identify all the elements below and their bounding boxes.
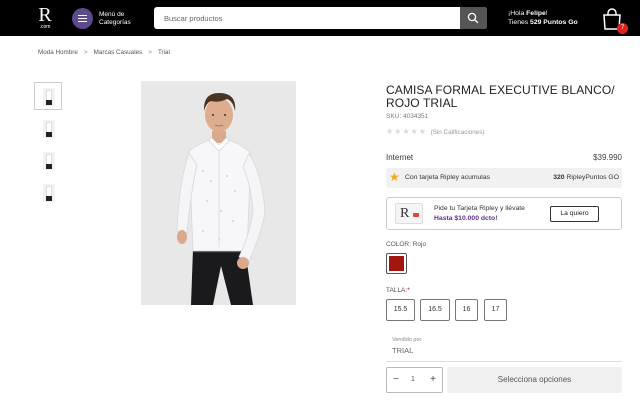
size-option[interactable]: 17 xyxy=(484,299,507,321)
category-menu-button[interactable]: Menú de Categorías xyxy=(72,8,142,29)
product-thumbnail[interactable] xyxy=(34,178,62,206)
credit-card-promo: R Pide tu Tarjeta Ripley y llévate Hasta… xyxy=(386,197,622,230)
cart-button[interactable]: 7 xyxy=(602,7,628,34)
hamburger-icon xyxy=(72,8,93,29)
price-label: Internet xyxy=(386,153,414,162)
points-value: 320 RipleyPuntos GO xyxy=(553,174,619,181)
search-bar xyxy=(154,7,487,29)
user-name: Felipe xyxy=(526,10,546,17)
seller-name[interactable]: TRIAL xyxy=(392,346,413,355)
category-menu-label: Menú de Categorías xyxy=(99,11,131,26)
product-title: CAMISA FORMAL EXECUTIVE BLANCO/ ROJO TRI… xyxy=(386,83,615,110)
breadcrumb-separator: > xyxy=(148,49,152,56)
search-button[interactable] xyxy=(460,7,487,29)
color-label: COLOR: Rojo xyxy=(386,241,427,248)
size-option[interactable]: 16.5 xyxy=(420,299,450,321)
size-option[interactable]: 15.5 xyxy=(386,299,415,321)
breadcrumb-item[interactable]: Moda Hombre xyxy=(38,49,78,56)
quantity-value[interactable]: 1 xyxy=(411,376,415,383)
card-promo-text: Pide tu Tarjeta Ripley y llévate Hasta $… xyxy=(434,205,525,222)
cart-count-badge: 7 xyxy=(617,23,628,34)
product-thumbnail[interactable] xyxy=(34,146,62,174)
price-value: $39.990 xyxy=(593,153,622,162)
model-photo xyxy=(141,81,296,305)
points-label: Con tarjeta Ripley acumulas xyxy=(405,174,491,181)
price-row: Internet $39.990 xyxy=(386,153,622,162)
increase-quantity-button[interactable]: + xyxy=(430,374,436,385)
ripley-points-box: ★ Con tarjeta Ripley acumulas 320 Ripley… xyxy=(386,168,622,188)
logo-suffix: .com xyxy=(39,24,51,30)
breadcrumb-item[interactable]: Marcas Casuales xyxy=(94,49,143,56)
request-card-button[interactable]: La quiero xyxy=(550,206,599,222)
star-icon: ★ xyxy=(389,170,400,184)
seller-label: Vendido por xyxy=(392,337,422,343)
product-thumbnail[interactable] xyxy=(34,82,62,110)
ripley-logo[interactable]: R .com xyxy=(34,4,56,32)
logo-letter: R xyxy=(38,4,52,26)
user-greeting[interactable]: ¡Hola Felipe! Tienes 529 Puntos Go xyxy=(508,9,598,27)
select-options-button[interactable]: Selecciona opciones xyxy=(447,367,622,393)
product-thumbnail[interactable] xyxy=(34,114,62,142)
color-swatch-red[interactable] xyxy=(386,253,407,274)
product-sku: SKU: 4034351 xyxy=(386,113,429,120)
ripley-card-icon: R xyxy=(395,203,423,224)
breadcrumb: Moda Hombre > Marcas Casuales > Trial xyxy=(38,49,170,56)
search-icon xyxy=(467,12,479,24)
top-header: R .com Menú de Categorías ¡Hola Felipe! … xyxy=(0,0,640,36)
decrease-quantity-button[interactable]: − xyxy=(393,374,399,385)
breadcrumb-separator: > xyxy=(83,49,88,56)
breadcrumb-item[interactable]: Trial xyxy=(158,49,170,56)
size-option[interactable]: 16 xyxy=(455,299,478,321)
quantity-stepper: − 1 + xyxy=(386,367,443,393)
rating-text: (Sin Calificaciones) xyxy=(430,129,485,136)
user-points: 529 Puntos Go xyxy=(530,19,578,26)
divider xyxy=(386,361,622,362)
rating-stars-icon: ★★★★★ xyxy=(386,127,427,136)
product-rating[interactable]: ★★★★★ (Sin Calificaciones) xyxy=(386,127,485,136)
product-main-image[interactable] xyxy=(141,81,296,305)
size-label: TALLA:* xyxy=(386,287,410,294)
search-input[interactable] xyxy=(154,7,460,29)
